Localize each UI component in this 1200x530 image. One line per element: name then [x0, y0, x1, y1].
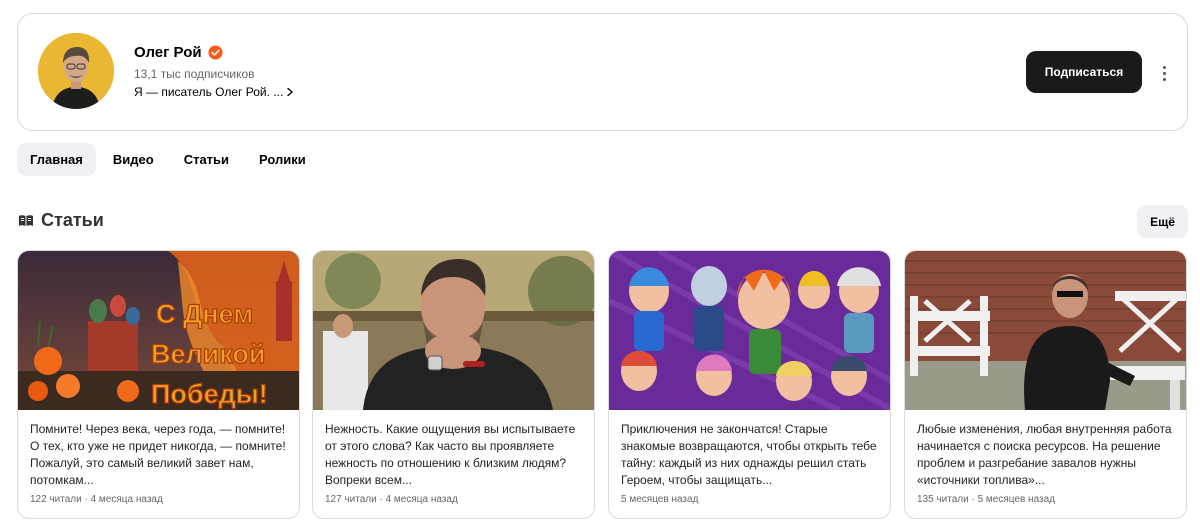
tab-main[interactable]: Главная: [17, 143, 96, 176]
avatar[interactable]: [38, 33, 114, 109]
article-text[interactable]: Нежность. Какие ощущения вы испытываете …: [325, 421, 585, 489]
article-meta: 122 читали · 4 месяца назад: [30, 494, 163, 505]
article-card[interactable]: Любые изменения, любая внутренняя работа…: [904, 250, 1187, 519]
article-image[interactable]: С Днем Великой Победы!: [18, 251, 299, 410]
article-meta: 135 читали · 5 месяцев назад: [917, 494, 1056, 505]
channel-description-text[interactable]: Я — писатель Олег Рой. ...: [134, 85, 283, 99]
more-options-icon[interactable]: [1156, 61, 1172, 85]
channel-name[interactable]: Олег Рой: [134, 44, 223, 61]
victory-day-image: С Днем Великой Победы!: [18, 251, 299, 410]
image-caption-line1: С Днем: [156, 299, 253, 329]
article-image[interactable]: [313, 251, 594, 410]
channel-tabs: Главная Видео Статьи Ролики: [17, 143, 319, 176]
verified-icon: [208, 45, 223, 60]
garden-bench-image: [905, 251, 1186, 410]
article-text[interactable]: Приключения не закончатся! Старые знаком…: [621, 421, 881, 489]
section-title-text: Статьи: [41, 210, 104, 230]
article-card[interactable]: С Днем Великой Победы! Помните! Через ве…: [17, 250, 300, 519]
article-card[interactable]: Нежность. Какие ощущения вы испытываете …: [312, 250, 595, 519]
article-text[interactable]: Помните! Через века, через года, — помни…: [30, 421, 290, 489]
subscribe-button[interactable]: Подписаться: [1026, 51, 1142, 93]
more-articles-button[interactable]: Ещё: [1137, 205, 1188, 238]
portrait-image: [313, 251, 594, 410]
article-text[interactable]: Любые изменения, любая внутренняя работа…: [917, 421, 1177, 489]
avatar-photo: [38, 33, 114, 109]
article-card[interactable]: Приключения не закончатся! Старые знаком…: [608, 250, 891, 519]
chevron-right-icon[interactable]: [285, 87, 295, 97]
image-caption-line2: Великой: [151, 339, 266, 369]
article-meta: 5 месяцев назад: [621, 494, 699, 505]
articles-icon: [19, 214, 33, 226]
channel-header: Олег Рой 13,1 тыс подписчиков Я — писате…: [17, 13, 1188, 131]
article-meta: 127 читали · 4 месяца назад: [325, 494, 458, 505]
section-title: Статьи: [17, 210, 104, 231]
subscriber-count: 13,1 тыс подписчиков: [134, 67, 255, 81]
channel-description[interactable]: Я — писатель Олег Рой. ...: [134, 85, 295, 99]
tab-videos[interactable]: Видео: [100, 143, 167, 176]
tab-articles[interactable]: Статьи: [171, 143, 242, 176]
channel-name-text[interactable]: Олег Рой: [134, 44, 202, 61]
tab-shorts[interactable]: Ролики: [246, 143, 319, 176]
article-image[interactable]: [905, 251, 1186, 410]
image-caption-line3: Победы!: [151, 379, 268, 409]
article-image[interactable]: [609, 251, 890, 410]
cartoon-heroes-image: [609, 251, 890, 410]
